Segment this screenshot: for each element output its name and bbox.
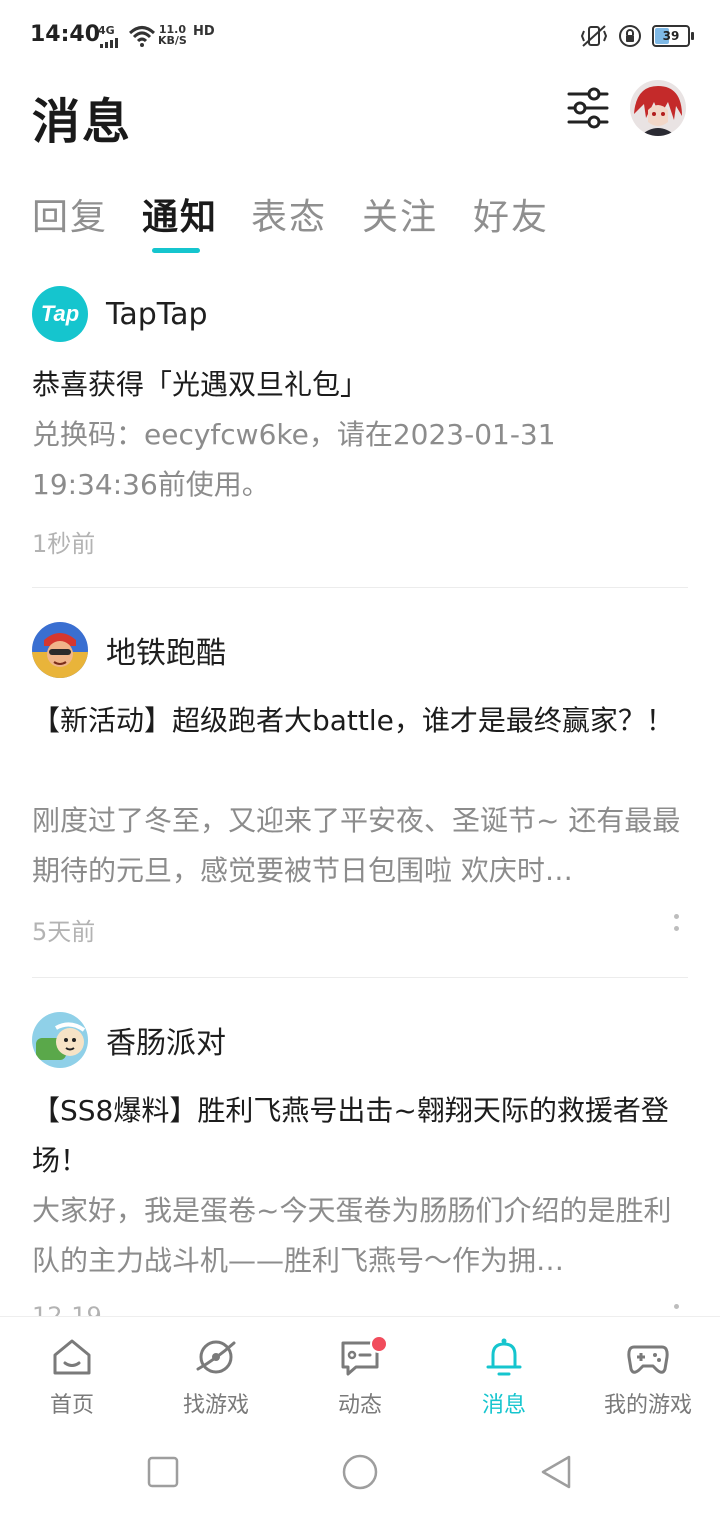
explore-icon <box>196 1340 236 1374</box>
more-options-icon[interactable] <box>674 1304 680 1316</box>
lock-rotation-icon <box>619 25 641 47</box>
tab-reply[interactable]: 回复 <box>32 188 108 240</box>
notification-time: 5天前 <box>32 918 96 946</box>
back-icon[interactable] <box>539 1454 573 1490</box>
system-navigation-bar <box>0 1428 720 1520</box>
tab-friends[interactable]: 好友 <box>473 188 549 240</box>
nav-my-games[interactable]: 我的游戏 <box>576 1317 720 1429</box>
source-name: 香肠派对 <box>106 1026 226 1061</box>
notification-summary: 兑换码：eecyfcw6ke，请在2023-01-31 19:34:36前使用。 <box>32 418 556 501</box>
notification-badge <box>370 1335 388 1353</box>
notification-time: 12-19 <box>32 1302 102 1316</box>
more-options-icon[interactable] <box>674 914 680 940</box>
bottom-navigation: 首页 找游戏 动态 消息 我的游戏 <box>0 1316 720 1429</box>
recent-apps-icon[interactable] <box>147 1456 179 1488</box>
taptap-logo-icon: Tap <box>32 286 88 342</box>
wifi-icon <box>128 26 156 47</box>
network-type: 4G <box>98 25 115 36</box>
nav-home[interactable]: 首页 <box>0 1317 144 1429</box>
notification-item[interactable]: Tap TapTap 恭喜获得「光遇双旦礼包」 兑换码：eecyfcw6ke，请… <box>32 284 688 588</box>
user-avatar[interactable] <box>630 80 686 136</box>
home-circle-icon[interactable] <box>341 1453 379 1491</box>
nav-label: 动态 <box>337 1393 382 1418</box>
tab-following[interactable]: 关注 <box>362 188 438 240</box>
battery-level: 39 <box>662 29 680 43</box>
tab-reactions[interactable]: 表态 <box>251 188 327 240</box>
hd-indicator: HD <box>193 24 215 39</box>
nav-messages[interactable]: 消息 <box>432 1317 576 1429</box>
notification-headline: 【SS8爆料】胜利飞燕号出击~翱翔天际的救援者登场！ <box>32 1094 669 1177</box>
nav-label: 消息 <box>481 1393 526 1418</box>
item-divider <box>32 587 688 588</box>
source-name: 地铁跑酷 <box>106 636 226 671</box>
filter-settings-icon[interactable] <box>566 86 610 130</box>
sausage-party-avatar-icon <box>32 1012 88 1068</box>
signal-icon <box>100 38 118 48</box>
nav-explore[interactable]: 找游戏 <box>144 1317 288 1429</box>
vibrate-icon <box>580 25 608 47</box>
notification-summary: 刚度过了冬至，又迎来了平安夜、圣诞节~ 还有最最期待的元旦，感觉要被节日包围啦 … <box>32 804 681 887</box>
notification-source[interactable]: 地铁跑酷 <box>32 620 226 680</box>
subway-surfers-avatar-icon <box>32 622 88 678</box>
notification-list: Tap TapTap 恭喜获得「光遇双旦礼包」 兑换码：eecyfcw6ke，请… <box>0 270 720 1316</box>
message-tabs: 回复 通知 表态 关注 好友 <box>0 180 720 260</box>
status-right: 39 <box>580 24 694 48</box>
notification-source[interactable]: Tap TapTap <box>32 284 208 344</box>
user-avatar-image <box>630 80 686 136</box>
notification-headline: 恭喜获得「光遇双旦礼包」 <box>32 368 369 401</box>
notification-source[interactable]: 香肠派对 <box>32 1010 226 1070</box>
source-name: TapTap <box>106 296 208 332</box>
network-label: 4G <box>98 24 115 37</box>
battery-indicator: 39 <box>652 25 694 47</box>
tab-notifications[interactable]: 通知 <box>142 188 218 240</box>
active-tab-indicator <box>152 248 200 253</box>
status-bar: 14:40 4G 11.0 KB/S HD 39 <box>0 0 720 76</box>
status-time: 14:40 <box>30 22 101 47</box>
notification-summary: 大家好，我是蛋卷~今天蛋卷为肠肠们介绍的是胜利队的主力战斗机——胜利飞燕号〜作为… <box>32 1194 672 1277</box>
speed-unit: KB/S <box>158 34 187 47</box>
taptap-logo-text: Tap <box>40 301 80 326</box>
nav-label: 首页 <box>49 1393 94 1418</box>
notification-item[interactable]: 香肠派对 【SS8爆料】胜利飞燕号出击~翱翔天际的救援者登场！ 大家好，我是蛋卷… <box>32 1010 688 1316</box>
notification-item[interactable]: 地铁跑酷 【新活动】超级跑者大battle，谁才是最终赢家？！ 刚度过了冬至，又… <box>32 620 688 980</box>
page-title: 消息 <box>32 94 133 150</box>
bell-icon <box>486 1338 522 1376</box>
home-icon <box>53 1339 91 1375</box>
gamepad-icon <box>627 1345 669 1374</box>
nav-feed[interactable]: 动态 <box>288 1317 432 1429</box>
item-divider <box>32 977 688 978</box>
notification-headline: 【新活动】超级跑者大battle，谁才是最终赢家？！ <box>32 704 674 737</box>
sausage-party-avatar-image <box>32 1012 88 1068</box>
nav-label: 我的游戏 <box>603 1393 692 1418</box>
network-speed: 11.0 KB/S <box>158 24 187 46</box>
subway-surfers-avatar-image <box>32 622 88 678</box>
nav-label: 找游戏 <box>182 1393 249 1418</box>
notification-time: 1秒前 <box>32 530 96 558</box>
